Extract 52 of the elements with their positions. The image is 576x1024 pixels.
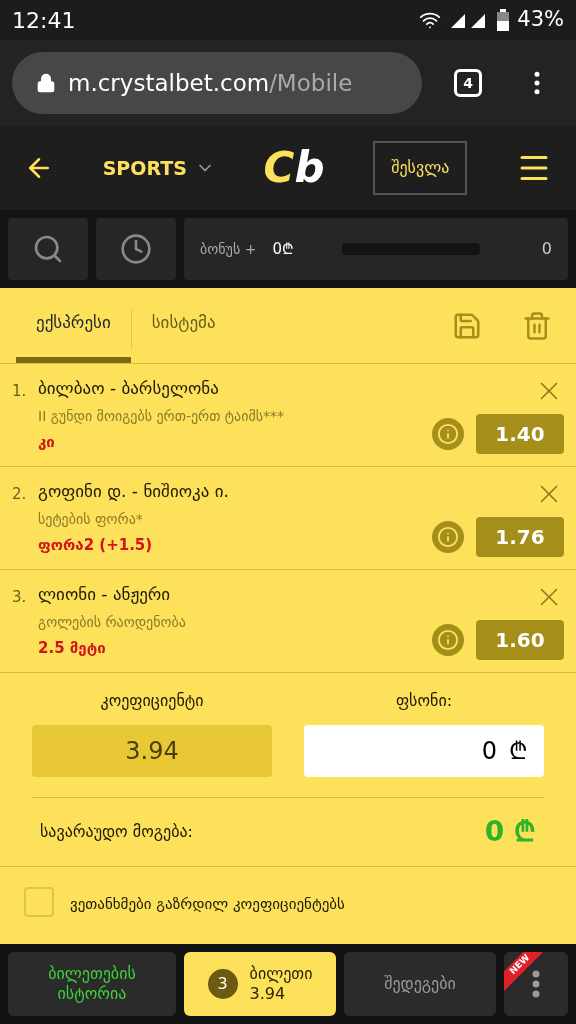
match-title: ბილბაო - ბარსელონა <box>38 377 220 400</box>
ticket-odds: 3.94 <box>249 984 286 1004</box>
total-odds-display: 3.94 <box>32 725 272 777</box>
market-name: გოლების რაოდენობა <box>38 612 187 632</box>
status-time: 12:41 <box>12 6 76 35</box>
odds-total-label: კოეფიციენტი <box>100 690 204 712</box>
battery-percent: 43% <box>517 6 564 34</box>
results-button[interactable]: შედეგები <box>344 952 496 1016</box>
tab-count-button[interactable]: 4 <box>454 69 482 97</box>
bet-number: 1. <box>12 381 28 402</box>
search-button[interactable] <box>8 218 88 280</box>
stake-label: ფსონი: <box>395 690 453 712</box>
selected-outcome: ფორა2 (+1.5) <box>38 534 154 556</box>
stake-input[interactable]: 0 ₾ <box>304 725 544 777</box>
delete-icon[interactable] <box>522 310 552 341</box>
selected-outcome: კი <box>38 431 56 453</box>
bonus-label: ბონუს + <box>200 239 257 259</box>
agree-checkbox[interactable] <box>24 887 54 917</box>
selected-outcome: 2.5 მეტი <box>38 637 107 659</box>
potential-win-value: 0 ₾ <box>484 814 536 850</box>
bonus-count: 0 <box>541 238 552 260</box>
search-icon <box>32 233 64 265</box>
stake-value: 0 <box>481 736 497 767</box>
agree-label: ვეთანხმები გაზრდილ კოეფიციენტებს <box>70 894 345 915</box>
currency-sign: ₾ <box>509 736 528 767</box>
clock-icon <box>120 233 152 265</box>
market-name: სეტების ფორა* <box>38 509 144 529</box>
battery-icon <box>497 9 510 31</box>
match-title: ლიონი - ანჟერი <box>38 583 172 606</box>
logo[interactable]: Cb <box>263 147 325 189</box>
ticket-history-button[interactable]: ბილეთების ისტორია <box>8 952 176 1016</box>
more-icon <box>532 970 540 998</box>
bet-type-tab[interactable]: სისტემა <box>131 288 236 363</box>
info-icon[interactable] <box>432 521 464 553</box>
history-clock-button[interactable] <box>96 218 176 280</box>
bonus-amount: 0₾ <box>272 238 294 260</box>
info-icon[interactable] <box>432 624 464 656</box>
ticket-label: ბილეთი <box>249 964 313 984</box>
login-button[interactable]: შესვლა <box>373 141 468 195</box>
lock-icon <box>36 73 56 93</box>
info-icon[interactable] <box>432 418 464 450</box>
market-name: II გუნდი მოიგებს ერთ-ერთ ტაიმს*** <box>38 406 285 426</box>
url-text: m.crystalbet.com/Mobile <box>68 68 353 98</box>
match-title: გოფინი დ. - ნიშიოკა ი. <box>38 480 230 503</box>
url-bar[interactable]: m.crystalbet.com/Mobile <box>12 52 422 114</box>
bet-type-tab[interactable]: ექსპრესი <box>16 288 131 363</box>
ticket-button[interactable]: 3 ბილეთი 3.94 <box>184 952 336 1016</box>
bet-number: 2. <box>12 484 28 505</box>
ticket-count-badge: 3 <box>207 969 238 999</box>
potential-win-label: სავარაუდო მოგება: <box>40 821 193 843</box>
sports-dropdown[interactable]: SPORTS <box>102 153 215 183</box>
bet-number: 3. <box>12 587 28 608</box>
